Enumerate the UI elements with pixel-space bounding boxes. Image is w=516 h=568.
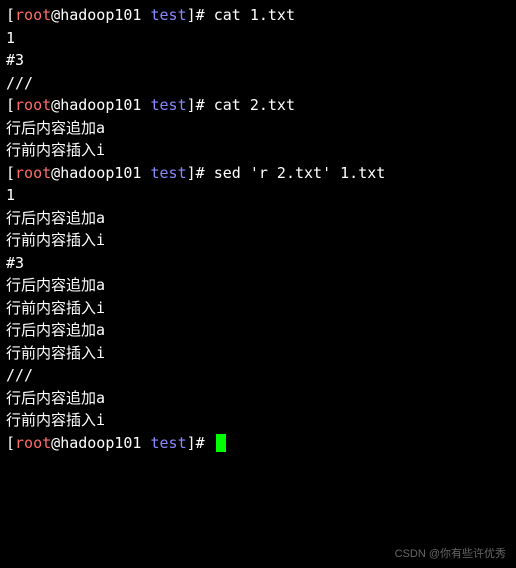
bracket-close: ] xyxy=(187,6,196,24)
prompt-symbol: # xyxy=(196,164,214,182)
prompt-path: test xyxy=(141,434,186,452)
prompt-line: [root@hadoop101 test]# sed 'r 2.txt' 1.t… xyxy=(6,162,510,185)
output-line: /// xyxy=(6,364,510,387)
prompt-path: test xyxy=(141,6,186,24)
output-line: 1 xyxy=(6,27,510,50)
prompt-symbol: # xyxy=(196,6,214,24)
prompt-user: root xyxy=(15,96,51,114)
output-line: #3 xyxy=(6,252,510,275)
prompt-at: @ xyxy=(51,96,60,114)
bracket-open: [ xyxy=(6,434,15,452)
prompt-path: test xyxy=(141,164,186,182)
cursor-icon xyxy=(216,434,226,452)
command-text: cat 2.txt xyxy=(214,96,295,114)
output-line: 行前内容插入i xyxy=(6,342,510,365)
output-line: /// xyxy=(6,72,510,95)
bracket-close: ] xyxy=(187,96,196,114)
watermark: CSDN @你有些许优秀 xyxy=(395,546,506,563)
output-line: 行后内容追加a xyxy=(6,207,510,230)
terminal[interactable]: [root@hadoop101 test]# cat 1.txt 1 #3 //… xyxy=(6,4,510,454)
prompt-symbol: # xyxy=(196,434,214,452)
prompt-symbol: # xyxy=(196,96,214,114)
output-line: 行前内容插入i xyxy=(6,229,510,252)
prompt-line: [root@hadoop101 test]# cat 1.txt xyxy=(6,4,510,27)
prompt-user: root xyxy=(15,434,51,452)
output-line: 行后内容追加a xyxy=(6,387,510,410)
prompt-line: [root@hadoop101 test]# cat 2.txt xyxy=(6,94,510,117)
output-line: 行后内容追加a xyxy=(6,319,510,342)
prompt-host: hadoop101 xyxy=(60,96,141,114)
bracket-close: ] xyxy=(187,434,196,452)
bracket-open: [ xyxy=(6,96,15,114)
prompt-at: @ xyxy=(51,6,60,24)
bracket-close: ] xyxy=(187,164,196,182)
output-line: 行前内容插入i xyxy=(6,139,510,162)
prompt-path: test xyxy=(141,96,186,114)
output-line: 行后内容追加a xyxy=(6,274,510,297)
prompt-host: hadoop101 xyxy=(60,434,141,452)
output-line: #3 xyxy=(6,49,510,72)
prompt-user: root xyxy=(15,6,51,24)
command-text: cat 1.txt xyxy=(214,6,295,24)
prompt-host: hadoop101 xyxy=(60,6,141,24)
prompt-at: @ xyxy=(51,164,60,182)
output-line: 行后内容追加a xyxy=(6,117,510,140)
prompt-host: hadoop101 xyxy=(60,164,141,182)
bracket-open: [ xyxy=(6,164,15,182)
output-line: 1 xyxy=(6,184,510,207)
prompt-line[interactable]: [root@hadoop101 test]# xyxy=(6,432,510,455)
bracket-open: [ xyxy=(6,6,15,24)
prompt-at: @ xyxy=(51,434,60,452)
output-line: 行前内容插入i xyxy=(6,297,510,320)
output-line: 行前内容插入i xyxy=(6,409,510,432)
prompt-user: root xyxy=(15,164,51,182)
command-text: sed 'r 2.txt' 1.txt xyxy=(214,164,386,182)
